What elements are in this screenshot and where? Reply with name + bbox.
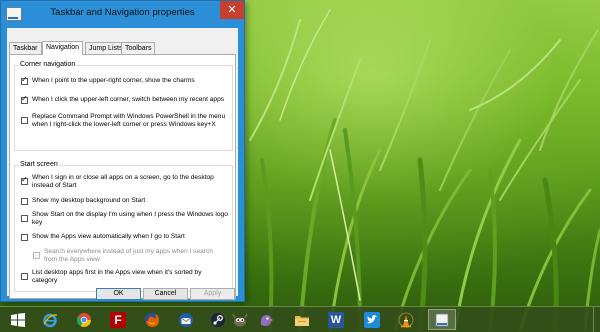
option-label: Replace Command Prompt with Windows Powe… bbox=[32, 113, 226, 128]
checkbox[interactable] bbox=[21, 175, 28, 185]
group-title: Corner navigation bbox=[19, 60, 77, 69]
navigation-tab-panel: Corner navigation When I point to the up… bbox=[9, 54, 236, 299]
file-explorer-icon bbox=[295, 315, 309, 326]
cancel-button[interactable]: Cancel bbox=[143, 288, 188, 300]
option-go-to-desktop[interactable]: When I sign in or close all apps on a sc… bbox=[21, 174, 227, 192]
vlc-icon bbox=[398, 312, 414, 327]
option-label: List desktop apps first in the Apps view… bbox=[32, 269, 202, 284]
twitter-icon bbox=[364, 311, 380, 328]
tab-toolbars[interactable]: Toolbars bbox=[121, 42, 156, 54]
internet-explorer-icon bbox=[43, 313, 58, 327]
corner-navigation-group: Corner navigation When I point to the up… bbox=[14, 60, 233, 151]
taskbar-properties-icon bbox=[435, 313, 449, 326]
option-label: When I click the upper-left corner, swit… bbox=[32, 96, 225, 103]
tab-navigation[interactable]: Navigation bbox=[42, 41, 84, 55]
word-icon: W bbox=[328, 311, 344, 328]
close-button[interactable]: ✕ bbox=[220, 1, 244, 19]
taskbar: F W bbox=[0, 306, 600, 332]
option-label: When I point to the upper-right corner, … bbox=[32, 77, 195, 84]
checkbox[interactable] bbox=[21, 75, 28, 85]
taskbar-file-explorer[interactable] bbox=[288, 309, 316, 330]
option-switch-recent-apps[interactable]: When I click the upper-left corner, swit… bbox=[21, 94, 227, 106]
option-replace-command-prompt[interactable]: Replace Command Prompt with Windows Powe… bbox=[21, 113, 227, 131]
taskbar-taskbar-properties[interactable] bbox=[428, 309, 456, 330]
tab-taskbar[interactable]: Taskbar bbox=[9, 42, 42, 54]
chrome-icon bbox=[76, 312, 91, 327]
window-title: Taskbar and Navigation properties bbox=[50, 7, 195, 18]
checkbox[interactable] bbox=[21, 215, 28, 222]
taskbar-vlc[interactable] bbox=[392, 309, 420, 330]
windows-logo-icon bbox=[11, 312, 25, 327]
taskbar-start[interactable] bbox=[4, 309, 32, 330]
option-list-desktop-apps-first[interactable]: List desktop apps first in the Apps view… bbox=[21, 269, 227, 287]
option-label: Show Start on the display I'm using when… bbox=[32, 211, 228, 226]
gimp-icon bbox=[232, 313, 248, 326]
checkbox[interactable] bbox=[21, 94, 28, 104]
pidgin-icon bbox=[260, 314, 273, 326]
start-screen-group: Start screen When I sign in or close all… bbox=[14, 160, 233, 292]
taskbar-filezilla[interactable]: F bbox=[104, 309, 132, 330]
taskbar-gimp[interactable] bbox=[226, 309, 254, 330]
option-label: Search everywhere instead of just my app… bbox=[44, 248, 213, 263]
checkbox[interactable] bbox=[21, 273, 28, 280]
taskbar-firefox[interactable] bbox=[138, 309, 166, 330]
option-label: Show the Apps view automatically when I … bbox=[32, 233, 185, 240]
taskbar-internet-explorer[interactable] bbox=[36, 309, 64, 330]
title-bar[interactable]: Taskbar and Navigation properties ✕ bbox=[1, 1, 244, 28]
option-label: When I sign in or close all apps on a sc… bbox=[32, 174, 214, 189]
option-show-start-on-display[interactable]: Show Start on the display I'm using when… bbox=[21, 211, 228, 229]
firefox-icon bbox=[145, 312, 159, 327]
filezilla-icon: F bbox=[110, 311, 126, 328]
checkbox[interactable] bbox=[21, 198, 28, 205]
option-show-apps-view[interactable]: Show the Apps view automatically when I … bbox=[21, 233, 227, 243]
taskbar-chrome[interactable] bbox=[70, 309, 98, 330]
taskbar-pidgin[interactable] bbox=[252, 309, 280, 330]
group-title: Start screen bbox=[19, 160, 59, 169]
checkbox[interactable] bbox=[21, 234, 28, 241]
checkbox[interactable] bbox=[21, 117, 28, 124]
window-client-area: Taskbar Navigation Jump Lists Toolbars C… bbox=[7, 28, 238, 300]
thunderbird-icon bbox=[179, 312, 193, 327]
taskbar-thunderbird[interactable] bbox=[172, 309, 200, 330]
option-desktop-background[interactable]: Show my desktop background on Start bbox=[21, 197, 227, 207]
taskbar-twitter[interactable] bbox=[358, 309, 386, 330]
taskbar-word[interactable]: W bbox=[322, 309, 350, 330]
option-label: Show my desktop background on Start bbox=[32, 197, 146, 204]
ok-button[interactable]: OK bbox=[96, 288, 141, 300]
checkbox bbox=[33, 252, 40, 259]
apply-button: Apply bbox=[190, 288, 235, 300]
option-search-everywhere: Search everywhere instead of just my app… bbox=[33, 248, 227, 266]
steam-icon bbox=[211, 312, 225, 327]
option-show-charms[interactable]: When I point to the upper-right corner, … bbox=[21, 75, 227, 87]
show-desktop-button[interactable] bbox=[593, 307, 600, 332]
properties-window: Taskbar and Navigation properties ✕ Task… bbox=[0, 0, 245, 302]
